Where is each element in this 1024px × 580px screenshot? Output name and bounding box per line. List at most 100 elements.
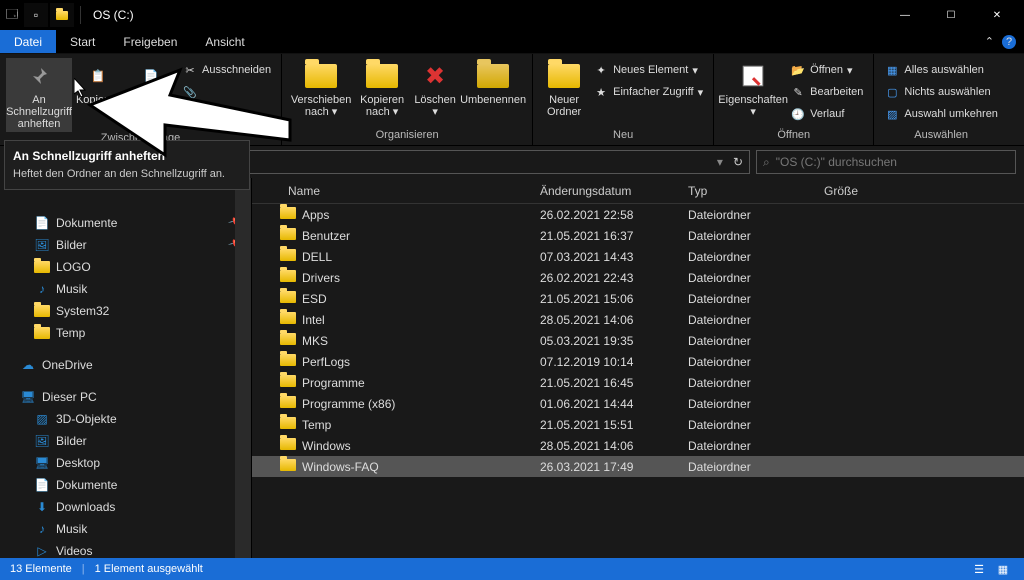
file-row[interactable]: Benutzer21.05.2021 16:37Dateiordner — [252, 225, 1024, 246]
history-button[interactable]: 🕘Verlauf — [790, 104, 863, 124]
file-row[interactable]: Windows-FAQ26.03.2021 17:49Dateiordner — [252, 456, 1024, 477]
folder-icon — [280, 228, 296, 244]
copy-path-button[interactable]: 📎 — [182, 82, 271, 102]
explorer-icon: 🗔 — [4, 7, 20, 23]
nav-quick-item[interactable]: 📄Dokumente📌 — [0, 212, 251, 234]
file-date: 28.05.2021 14:06 — [532, 439, 680, 453]
view-details-button[interactable]: ☰ — [968, 560, 990, 578]
easyaccess-icon: ★ — [593, 84, 609, 100]
nav-item-label: Bilder — [56, 238, 87, 252]
easy-access-button[interactable]: ★Einfacher Zugriff ▾ — [593, 82, 703, 102]
file-row[interactable]: Programme (x86)01.06.2021 14:44Dateiordn… — [252, 393, 1024, 414]
nav-quick-item[interactable]: System32 — [0, 300, 251, 322]
pin-to-quickaccess-button[interactable]: An Schnellzugriff anheften — [6, 58, 72, 132]
search-placeholder: "OS (C:)" durchsuchen — [776, 155, 897, 169]
help-icon[interactable]: ? — [1002, 35, 1016, 49]
file-row[interactable]: PerfLogs07.12.2019 10:14Dateiordner — [252, 351, 1024, 372]
paste-shortcut-button[interactable]: ↗ — [182, 104, 271, 124]
refresh-button[interactable]: ↻ — [733, 155, 743, 169]
nav-item-label: 3D-Objekte — [56, 412, 117, 426]
properties-button[interactable]: Eigenschaften ▾ — [720, 58, 786, 120]
select-none-button[interactable]: ▢Nichts auswählen — [884, 82, 998, 102]
paste-button[interactable]: 📄 Einfügen — [124, 58, 178, 108]
select-all-button[interactable]: ▦Alles auswählen — [884, 60, 998, 80]
file-type: Dateiordner — [680, 439, 816, 453]
maximize-button[interactable]: ☐ — [928, 0, 974, 30]
tab-start[interactable]: Start — [56, 30, 109, 53]
qat-newfolder[interactable] — [50, 3, 74, 27]
open-button[interactable]: 📂Öffnen ▾ — [790, 60, 863, 80]
file-type: Dateiordner — [680, 418, 816, 432]
nav-item-icon: ⬇ — [34, 499, 50, 515]
column-type[interactable]: Typ — [680, 184, 816, 198]
file-row[interactable]: MKS05.03.2021 19:35Dateiordner — [252, 330, 1024, 351]
nav-pc-item[interactable]: ⬇Downloads — [0, 496, 251, 518]
qat-properties[interactable]: ▫ — [24, 3, 48, 27]
file-row[interactable]: DELL07.03.2021 14:43Dateiordner — [252, 246, 1024, 267]
tab-file[interactable]: Datei — [0, 30, 56, 53]
file-date: 21.05.2021 16:37 — [532, 229, 680, 243]
nav-pc-item[interactable]: ▷Videos — [0, 540, 251, 558]
column-name[interactable]: Name — [280, 184, 532, 198]
file-row[interactable]: Programme21.05.2021 16:45Dateiordner — [252, 372, 1024, 393]
folder-icon — [280, 333, 296, 349]
nav-quick-item[interactable]: Temp — [0, 322, 251, 344]
nav-pc-item[interactable]: 🖥Desktop — [0, 452, 251, 474]
status-count: 13 Elemente — [10, 563, 72, 575]
addressbar-dropdown-icon[interactable]: ▾ — [717, 155, 723, 169]
column-headers: Name Änderungsdatum Typ Größe — [252, 178, 1024, 204]
close-button[interactable]: ✕ — [974, 0, 1020, 30]
nav-onedrive[interactable]: ☁OneDrive — [0, 354, 251, 376]
file-type: Dateiordner — [680, 271, 816, 285]
nav-scrollbar[interactable] — [235, 178, 251, 558]
collapse-ribbon-icon[interactable]: ⌃ — [985, 35, 994, 48]
column-date[interactable]: Änderungsdatum — [532, 184, 680, 198]
nav-quick-item[interactable]: ♪Musik — [0, 278, 251, 300]
minimize-button[interactable]: — — [882, 0, 928, 30]
tab-share[interactable]: Freigeben — [109, 30, 191, 53]
file-name: Drivers — [302, 271, 532, 285]
invertsel-icon: ▨ — [884, 106, 900, 122]
file-row[interactable]: Intel28.05.2021 14:06Dateiordner — [252, 309, 1024, 330]
navigation-pane: 📄Dokumente📌🖼Bilder📌LOGO♪MusikSystem32Tem… — [0, 178, 252, 558]
copy-button[interactable]: 📋 Kopieren — [72, 58, 124, 108]
new-folder-button[interactable]: Neuer Ordner — [539, 58, 589, 120]
cut-button[interactable]: ✂Ausschneiden — [182, 60, 271, 80]
search-icon: ⌕ — [763, 155, 770, 170]
copy-to-button[interactable]: Kopieren nach ▾ — [354, 58, 410, 120]
edit-button[interactable]: ✎Bearbeiten — [790, 82, 863, 102]
select-group-label: Auswählen — [914, 129, 968, 143]
pin-icon — [23, 60, 55, 92]
file-name: Programme — [302, 376, 532, 390]
nav-pc-item[interactable]: ♪Musik — [0, 518, 251, 540]
nav-item-icon: ▨ — [34, 411, 50, 427]
nav-pc-item[interactable]: 📄Dokumente — [0, 474, 251, 496]
nav-pc-item[interactable]: ▨ 3D-Objekte — [0, 408, 251, 430]
file-row[interactable]: ESD21.05.2021 15:06Dateiordner — [252, 288, 1024, 309]
rename-button[interactable]: Umbenennen — [460, 58, 526, 108]
nav-quick-item[interactable]: LOGO — [0, 256, 251, 278]
file-row[interactable]: Temp21.05.2021 15:51Dateiordner — [252, 414, 1024, 435]
folder-icon — [280, 249, 296, 265]
nav-thispc[interactable]: 🖥Dieser PC — [0, 386, 251, 408]
nav-item-icon — [34, 325, 50, 341]
file-date: 07.03.2021 14:43 — [532, 250, 680, 264]
nav-pc-item[interactable]: 🖼Bilder — [0, 430, 251, 452]
view-thumbnails-button[interactable]: ▦ — [992, 560, 1014, 578]
move-to-button[interactable]: Verschieben nach ▾ — [288, 58, 354, 120]
file-row[interactable]: Apps26.02.2021 22:58Dateiordner — [252, 204, 1024, 225]
nav-item-label: Dokumente — [56, 478, 117, 492]
search-input[interactable]: ⌕ "OS (C:)" durchsuchen — [756, 150, 1016, 174]
tab-view[interactable]: Ansicht — [191, 30, 258, 53]
delete-button[interactable]: ✖ Löschen ▾ — [410, 58, 460, 120]
file-date: 26.02.2021 22:58 — [532, 208, 680, 222]
file-name: DELL — [302, 250, 532, 264]
column-size[interactable]: Größe — [816, 184, 896, 198]
nav-item-label: Temp — [56, 326, 85, 340]
new-item-button[interactable]: ✦Neues Element ▾ — [593, 60, 703, 80]
invert-selection-button[interactable]: ▨Auswahl umkehren — [884, 104, 998, 124]
file-row[interactable]: Windows28.05.2021 14:06Dateiordner — [252, 435, 1024, 456]
nav-quick-item[interactable]: 🖼Bilder📌 — [0, 234, 251, 256]
nav-item-icon: ▷ — [34, 543, 50, 558]
file-row[interactable]: Drivers26.02.2021 22:43Dateiordner — [252, 267, 1024, 288]
